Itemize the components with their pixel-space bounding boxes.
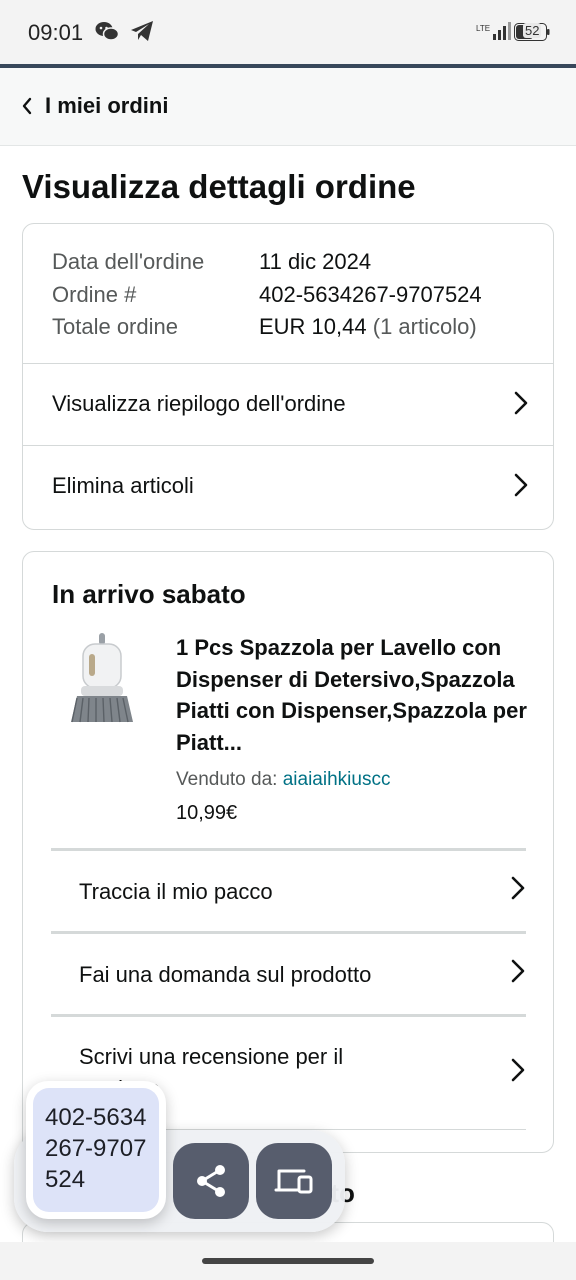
track-package-link[interactable]: Traccia il mio pacco <box>51 851 526 931</box>
order-date-value: 11 dic 2024 <box>259 249 372 274</box>
ask-product-question-link[interactable]: Fai una domanda sul prodotto <box>51 934 526 1014</box>
chevron-right-icon <box>513 390 529 416</box>
status-time: 09:01 <box>28 20 84 45</box>
shipment-card: In arrivo sabato 1 Pcs Spazzola per Lave… <box>22 551 554 1153</box>
chevron-right-icon <box>510 958 526 984</box>
product-image[interactable] <box>67 630 137 734</box>
clipboard-preview-background: 402-5634267-9707524 <box>33 1088 159 1212</box>
order-total-label: Totale ordine <box>52 314 178 339</box>
order-total-items: (1 articolo) <box>372 314 477 339</box>
navigation-gesture-bar <box>0 1242 576 1280</box>
order-date-label: Data dell'ordine <box>52 249 205 274</box>
svg-text:LTE: LTE <box>476 24 490 33</box>
status-bar: 09:01 LTE 52 <box>0 0 576 64</box>
product-price: 10,99€ <box>176 802 238 824</box>
view-order-summary-label: Visualizza riepilogo dell'ordine <box>52 391 346 416</box>
order-summary-card: Data dell'ordine 11 dic 2024 Ordine # 40… <box>22 223 554 530</box>
track-package-label: Traccia il mio pacco <box>79 879 273 904</box>
delete-items-link[interactable]: Elimina articoli <box>23 446 553 528</box>
share-icon <box>197 1165 225 1197</box>
devices-icon <box>274 1169 313 1194</box>
share-button[interactable] <box>173 1143 249 1219</box>
order-total-value: EUR 10,44 (1 articolo) <box>259 314 477 340</box>
seller-link[interactable]: aiaiaihkiuscc <box>283 769 391 790</box>
product-title-link[interactable]: 1 Pcs Spazzola per Lavello con Dispenser… <box>176 632 528 758</box>
battery-level: 52 <box>523 23 542 38</box>
nav-bar: I miei ordini <box>0 68 576 146</box>
clipboard-preview[interactable]: 402-5634267-9707524 <box>26 1081 166 1219</box>
order-number-value: 402-5634267-9707524 <box>259 282 482 307</box>
chevron-right-icon <box>510 875 526 901</box>
send-to-device-button[interactable] <box>256 1143 332 1219</box>
clipboard-copied-text: 402-5634267-9707524 <box>45 1104 147 1193</box>
view-order-summary-link[interactable]: Visualizza riepilogo dell'ordine <box>23 364 553 446</box>
signal-icon: LTE <box>476 22 512 47</box>
home-gesture-handle[interactable] <box>202 1258 374 1264</box>
chevron-right-icon <box>510 1057 526 1083</box>
order-number-label: Ordine # <box>52 282 137 307</box>
back-link-my-orders[interactable]: I miei ordini <box>45 93 168 119</box>
order-total-amount: EUR 10,44 <box>259 314 367 339</box>
delete-items-label: Elimina articoli <box>52 473 194 498</box>
wechat-icon <box>95 20 120 47</box>
battery-icon: 52 <box>514 23 550 46</box>
delivery-status-heading: In arrivo sabato <box>52 579 246 609</box>
ask-product-question-label: Fai una domanda sul prodotto <box>79 962 372 987</box>
sold-by: Venduto da: aiaiaihkiuscc <box>176 769 390 791</box>
sold-by-label: Venduto da: <box>176 769 278 790</box>
telegram-icon <box>130 20 154 47</box>
back-chevron-icon[interactable] <box>18 94 38 118</box>
page-title: Visualizza dettagli ordine <box>22 168 416 205</box>
chevron-right-icon <box>513 472 529 498</box>
